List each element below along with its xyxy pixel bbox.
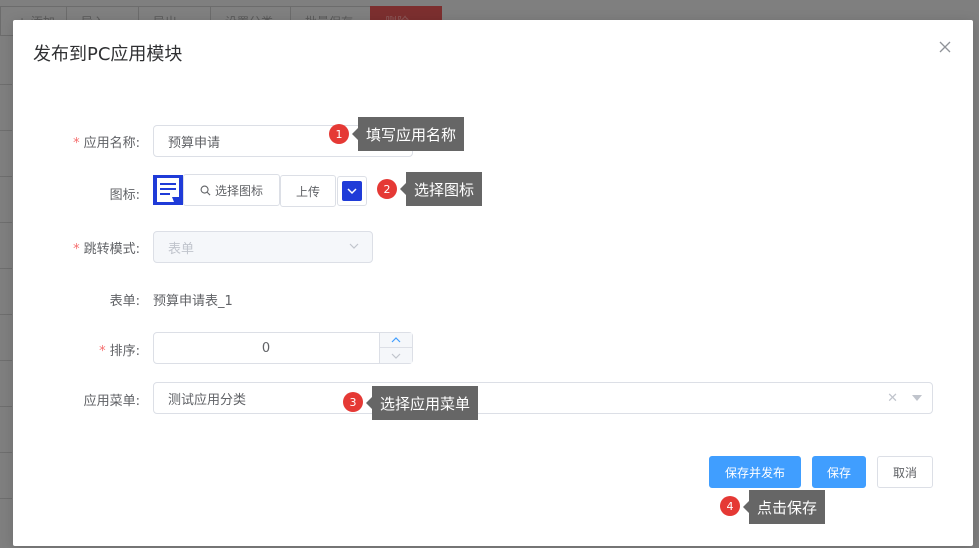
clear-icon[interactable]: ✕ bbox=[887, 391, 898, 406]
app-menu-select[interactable]: 测试应用分类 ✕ bbox=[153, 382, 933, 414]
app-menu-label: 应用菜单: bbox=[83, 394, 140, 409]
save-and-publish-button[interactable]: 保存并发布 bbox=[709, 456, 801, 488]
bg-row-line bbox=[0, 130, 12, 131]
bg-row-line bbox=[0, 452, 12, 453]
bg-row-line bbox=[0, 360, 12, 361]
bg-row-line bbox=[0, 406, 12, 407]
bg-row-line bbox=[0, 176, 12, 177]
annotation-tip-1: 填写应用名称 bbox=[351, 117, 465, 151]
annotation-tip-2: 选择图标 bbox=[399, 172, 483, 206]
annotation-tip-4: 点击保存 bbox=[742, 490, 826, 524]
chevron-down-icon bbox=[349, 243, 359, 249]
save-button[interactable]: 保存 bbox=[812, 456, 866, 488]
decrement-button[interactable] bbox=[380, 348, 412, 363]
bg-row-line bbox=[0, 268, 12, 269]
form-icon bbox=[153, 175, 183, 205]
bg-row-line bbox=[0, 222, 12, 223]
dropdown-arrow-icon[interactable] bbox=[912, 395, 922, 401]
annotation-marker-3: 3 bbox=[343, 392, 363, 412]
jump-mode-select[interactable]: 表单 bbox=[153, 231, 373, 263]
chevron-up-icon bbox=[391, 337, 401, 343]
annotation-marker-1: 1 bbox=[329, 124, 349, 144]
annotation-marker-4: 4 bbox=[720, 496, 740, 516]
bg-row-line bbox=[0, 314, 12, 315]
form-value: 预算申请表_1 bbox=[153, 294, 233, 309]
search-icon bbox=[200, 185, 211, 195]
annotation-marker-2: 2 bbox=[377, 179, 397, 199]
form-label: 表单: bbox=[109, 294, 140, 309]
annotation-tip-3: 选择应用菜单 bbox=[365, 386, 479, 420]
cancel-button[interactable]: 取消 bbox=[877, 456, 933, 488]
jump-mode-label: * 跳转模式: bbox=[73, 242, 140, 257]
bg-row-line bbox=[0, 498, 12, 499]
increment-button[interactable] bbox=[380, 333, 412, 348]
dialog-title: 发布到PC应用模块 bbox=[33, 44, 183, 65]
chevron-down-icon bbox=[391, 353, 401, 359]
order-input[interactable]: 0 bbox=[153, 332, 413, 364]
order-value: 0 bbox=[261, 340, 271, 356]
icon-label: 图标: bbox=[109, 188, 140, 203]
order-stepper bbox=[379, 333, 412, 363]
select-icon-button[interactable]: 选择图标 bbox=[183, 174, 280, 206]
icon-color-picker[interactable] bbox=[337, 176, 367, 206]
color-swatch bbox=[342, 181, 362, 201]
order-label: * 排序: bbox=[99, 344, 140, 359]
app-name-label: * 应用名称: bbox=[73, 136, 140, 151]
upload-button[interactable]: 上传 bbox=[280, 175, 336, 207]
chevron-down-icon bbox=[347, 188, 357, 195]
bg-row-line bbox=[0, 84, 12, 85]
publish-dialog: 发布到PC应用模块 * 应用名称: 预算申请 图标: 选择图标 上传 * 跳转模式:… bbox=[13, 20, 973, 546]
close-icon[interactable] bbox=[939, 40, 951, 56]
